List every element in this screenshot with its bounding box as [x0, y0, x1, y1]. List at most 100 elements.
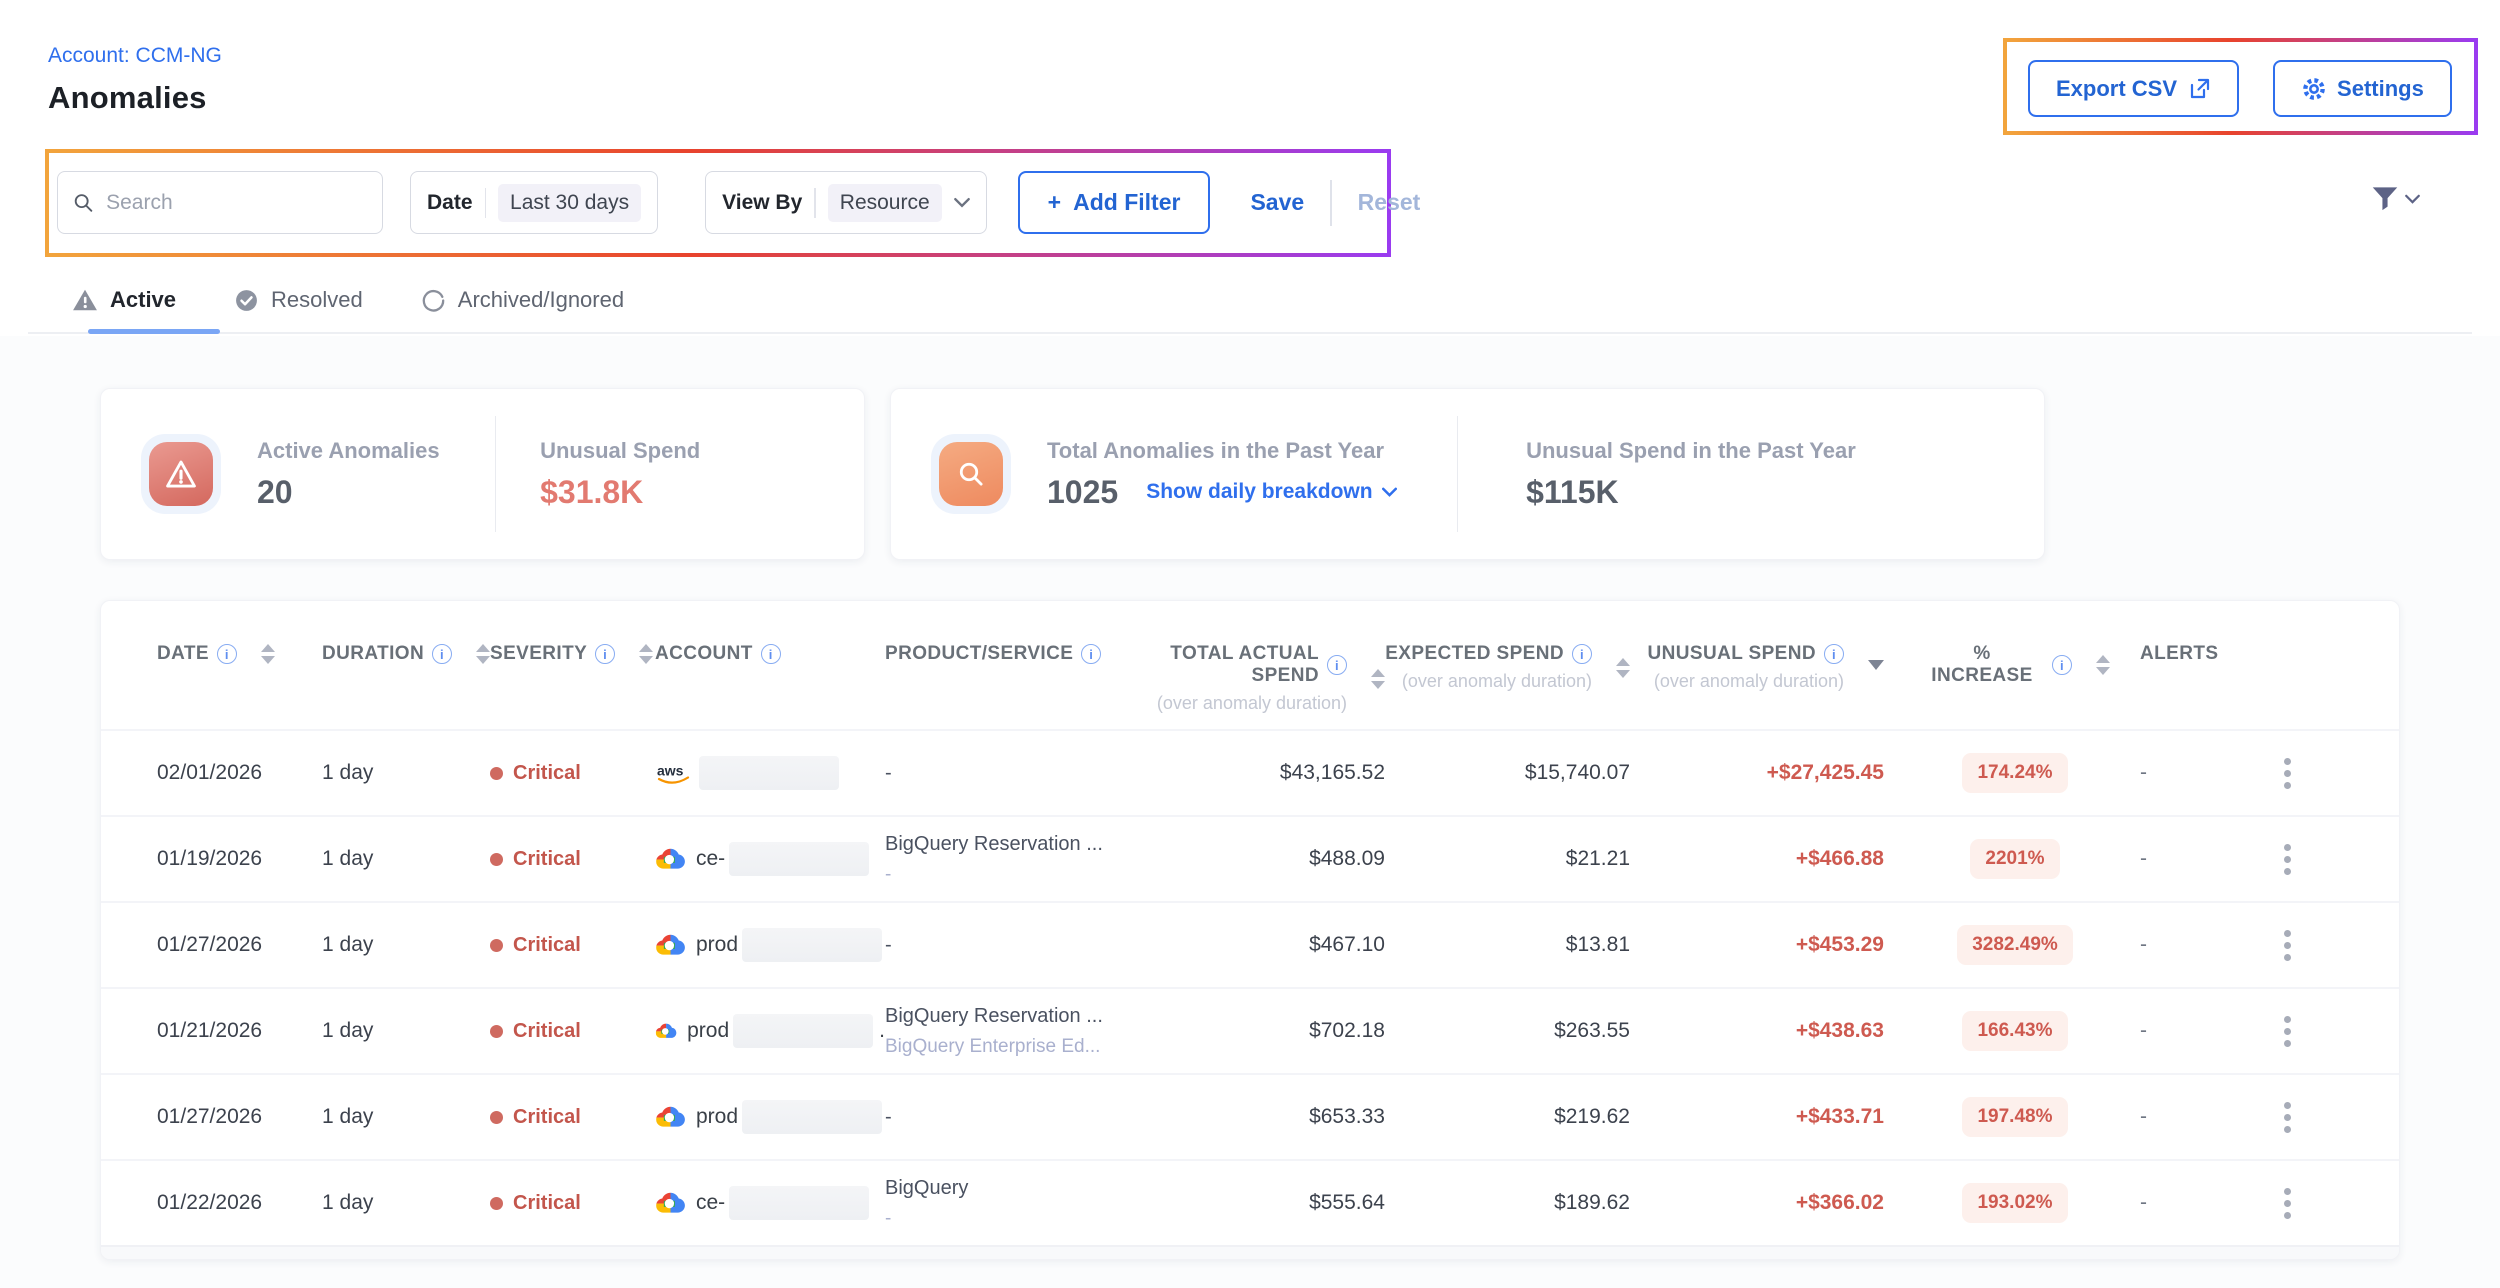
table-row[interactable]: 01/27/2026 1 day Critical aws	[101, 901, 2399, 987]
view-by-value: Resource	[828, 184, 942, 222]
table-row[interactable]: 01/22/2026 1 day Critical aws	[101, 1159, 2399, 1245]
col-header-unusual-spend[interactable]: UNUSUAL SPEND i (over anomaly duration)	[1630, 643, 1920, 692]
sort-arrows[interactable]	[2096, 655, 2110, 675]
cell-actual-spend: $43,165.52	[1137, 761, 1385, 785]
save-filter-link[interactable]: Save	[1250, 189, 1304, 216]
cell-increase: 2201%	[1920, 839, 2110, 879]
gcp-logo-icon	[655, 1190, 686, 1216]
summary-card-current: Active Anomalies 20 Unusual Spend $31.8K	[100, 388, 865, 560]
cell-expected-spend: $21.21	[1385, 847, 1630, 871]
cell-product-service: -	[885, 934, 1137, 957]
info-icon[interactable]: i	[1824, 644, 1844, 664]
cell-duration: 1 day	[322, 933, 490, 957]
account-cell: aws ce-	[655, 1186, 885, 1220]
info-icon[interactable]: i	[217, 644, 237, 664]
cell-duration: 1 day	[322, 1105, 490, 1129]
tab-active[interactable]: Active	[72, 268, 176, 332]
view-by-dropdown[interactable]: View By Resource	[705, 171, 987, 234]
row-menu-kebab-icon[interactable]	[2276, 836, 2299, 883]
add-filter-label: Add Filter	[1073, 189, 1180, 216]
col-header-severity[interactable]: SEVERITY i	[490, 643, 655, 665]
info-icon[interactable]: i	[1572, 644, 1592, 664]
account-cell: aws ce-	[655, 842, 885, 876]
info-icon[interactable]: i	[1327, 655, 1347, 675]
chip-divider	[814, 188, 816, 218]
table-row[interactable]: 01/19/2026 1 day Critical aws	[101, 815, 2399, 901]
gcp-logo-icon	[655, 846, 686, 872]
table-header-row: DATE i DURATION i SEVERITY i ACCOUNT i P…	[101, 601, 2399, 729]
col-header-expected-spend[interactable]: EXPECTED SPEND i (over anomaly duration)	[1385, 643, 1630, 692]
col-header-product[interactable]: PRODUCT/SERVICE i	[885, 643, 1137, 665]
row-menu-kebab-icon[interactable]	[2276, 750, 2299, 797]
metric-label: Total Anomalies in the Past Year	[1047, 438, 1397, 464]
info-icon[interactable]: i	[1081, 644, 1101, 664]
saved-filters-button[interactable]	[2371, 186, 2420, 212]
severity-dot-icon	[490, 1025, 503, 1038]
show-daily-breakdown-link[interactable]: Show daily breakdown	[1146, 480, 1396, 504]
date-filter-chip[interactable]: Date Last 30 days	[410, 171, 658, 234]
sort-arrows[interactable]	[261, 644, 275, 664]
col-header-actual-spend[interactable]: TOTAL ACTUAL SPEND i (over anomaly durat…	[1137, 643, 1385, 714]
row-menu-kebab-icon[interactable]	[2276, 1094, 2299, 1141]
increase-badge: 166.43%	[1962, 1011, 2067, 1051]
col-header-increase[interactable]: % INCREASE i	[1920, 643, 2110, 687]
row-menu-kebab-icon[interactable]	[2276, 1008, 2299, 1055]
cell-expected-spend: $219.62	[1385, 1105, 1630, 1129]
tab-archived-ignored[interactable]: Archived/Ignored	[421, 268, 624, 332]
sort-desc-arrow[interactable]	[1868, 670, 1884, 692]
cell-date: 01/22/2026	[157, 1191, 322, 1215]
export-csv-button[interactable]: Export CSV	[2028, 60, 2239, 117]
search-input[interactable]	[106, 191, 368, 215]
add-filter-button[interactable]: + Add Filter	[1018, 171, 1211, 234]
table-row[interactable]: 01/27/2026 1 day Critical aws	[101, 1073, 2399, 1159]
col-header-account[interactable]: ACCOUNT i	[655, 643, 885, 665]
gear-icon	[2301, 76, 2327, 102]
sort-arrows[interactable]	[1616, 658, 1630, 678]
cell-actual-spend: $467.10	[1137, 933, 1385, 957]
save-reset-divider	[1330, 180, 1332, 226]
cell-date: 01/19/2026	[157, 847, 322, 871]
cell-increase: 197.48%	[1920, 1097, 2110, 1137]
table-cutoff-row	[101, 1245, 2399, 1260]
info-icon[interactable]: i	[2052, 655, 2072, 675]
cell-severity: Critical	[490, 848, 655, 871]
cell-product-service: -	[885, 762, 1137, 785]
search-icon	[72, 190, 94, 215]
redacted-account-name	[699, 756, 839, 790]
increase-badge: 174.24%	[1962, 753, 2067, 793]
cell-severity: Critical	[490, 934, 655, 957]
cell-row-menu	[2200, 1008, 2375, 1055]
table-row[interactable]: 01/21/2026 1 day Critical aws	[101, 987, 2399, 1073]
row-menu-kebab-icon[interactable]	[2276, 922, 2299, 969]
account-breadcrumb-link[interactable]: Account: CCM-NG	[48, 44, 222, 68]
external-link-icon	[2187, 77, 2211, 101]
cell-date: 01/21/2026	[157, 1019, 322, 1043]
cell-row-menu	[2200, 836, 2375, 883]
table-row[interactable]: 02/01/2026 1 day Critical aws	[101, 729, 2399, 815]
tab-resolved[interactable]: Resolved	[234, 268, 363, 332]
col-header-duration[interactable]: DURATION i	[322, 643, 490, 665]
metric-value: 1025	[1047, 474, 1118, 511]
cell-actual-spend: $555.64	[1137, 1191, 1385, 1215]
sort-arrows[interactable]	[476, 644, 490, 664]
col-header-date[interactable]: DATE i	[157, 643, 322, 665]
info-icon[interactable]: i	[595, 644, 615, 664]
info-icon[interactable]: i	[761, 644, 781, 664]
chip-divider	[485, 188, 487, 218]
reset-filter-link[interactable]: Reset	[1358, 189, 1421, 216]
account-cell: aws prod	[655, 1100, 885, 1134]
cell-row-menu	[2200, 1094, 2375, 1141]
anomaly-status-tabs: Active Resolved Archived/Ignored	[28, 268, 2472, 334]
sort-arrows[interactable]	[1371, 669, 1385, 689]
cell-duration: 1 day	[322, 761, 490, 785]
card-divider	[495, 416, 497, 532]
settings-button[interactable]: Settings	[2273, 60, 2452, 117]
sort-arrows[interactable]	[639, 644, 653, 664]
redacted-account-name	[733, 1014, 873, 1048]
gcp-logo-icon	[655, 1104, 686, 1130]
info-icon[interactable]: i	[432, 644, 452, 664]
date-filter-value: Last 30 days	[498, 184, 641, 222]
severity-dot-icon	[490, 853, 503, 866]
cell-alerts: -	[2110, 1191, 2200, 1215]
row-menu-kebab-icon[interactable]	[2276, 1180, 2299, 1227]
